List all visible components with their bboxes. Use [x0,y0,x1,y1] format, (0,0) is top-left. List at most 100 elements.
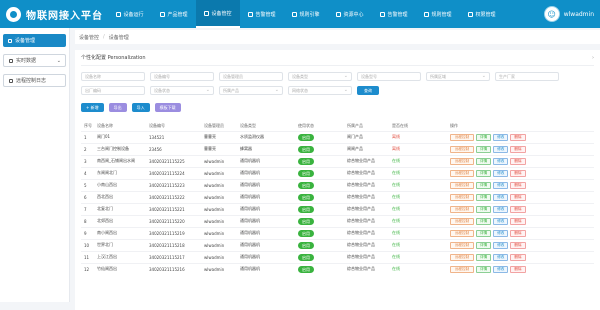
edit-button[interactable]: 修改 [493,169,509,177]
delete-button[interactable]: 删除 [510,253,526,261]
edit-button[interactable]: 修改 [493,193,509,201]
table-row[interactable]: 10 世界北门 34020321115218 wlwadmin 通用机器机 启用 综合物业用… [81,238,594,251]
edit-button[interactable]: 修改 [493,157,509,165]
personalization-header[interactable]: 个性化配置 Personalization › [81,50,594,66]
table-row[interactable]: 8 北郊西出 34020321115220 wlwadmin 通用机器机 启用 综合物业用产… [81,214,594,227]
device-type-select[interactable]: 设备类型 [288,72,352,81]
edit-button[interactable]: 修改 [493,181,509,189]
status-badge[interactable]: 启用 [298,181,314,189]
nav-item-4[interactable]: 规则引擎 [284,0,328,28]
region-select[interactable]: 所属区域 [426,72,490,81]
remote-control-button[interactable]: 远程控制 [450,145,474,153]
remote-control-button[interactable]: 远程控制 [450,157,474,165]
manufacturer-input[interactable]: 生产厂家 [495,72,559,81]
table-row[interactable]: 9 南小闸西出 34020321115219 wlwadmin 通用机器机 启用 综合物业用… [81,226,594,239]
nav-item-5[interactable]: 资源中心 [328,0,372,28]
table-row[interactable]: 7 北复北门 34020321115221 wlwadmin 通用机器机 启用 综合物业用产… [81,202,594,215]
table-row[interactable]: 5 小南山西出 34020321115223 wlwadmin 通用机器机 启用 综合物业用… [81,178,594,191]
remote-control-button[interactable]: 远程控制 [450,205,474,213]
remote-control-button[interactable]: 远程控制 [450,253,474,261]
table-row[interactable]: 1 闸门01 134521 曹曹亮 水质监测仪器 启用 闸门产品 离线 远程控制 详情 修改 删除 [81,130,594,143]
detail-button[interactable]: 详情 [476,145,492,153]
delete-button[interactable]: 删除 [510,229,526,237]
detail-button[interactable]: 详情 [476,193,492,201]
device-manager-input[interactable]: 设备管理员 [219,72,283,81]
nav-item-7[interactable]: 规则管理 [416,0,460,28]
edit-button[interactable]: 修改 [493,145,509,153]
remote-control-button[interactable]: 远程控制 [450,229,474,237]
edit-button[interactable]: 修改 [493,133,509,141]
remote-control-button[interactable]: 远程控制 [450,181,474,189]
status-badge[interactable]: 启用 [298,145,314,153]
detail-button[interactable]: 详情 [476,229,492,237]
delete-button[interactable]: 删除 [510,181,526,189]
delete-button[interactable]: 删除 [510,157,526,165]
product-select[interactable]: 所属产品 [219,86,283,95]
detail-button[interactable]: 详情 [476,253,492,261]
add-button[interactable]: + 新增 [81,103,104,112]
nav-item-0[interactable]: 设备运行 [108,0,152,28]
edit-button[interactable]: 修改 [493,241,509,249]
search-button[interactable]: 查询 [357,86,379,95]
status-badge[interactable]: 启用 [298,133,314,141]
delete-button[interactable]: 删除 [510,133,526,141]
remote-control-button[interactable]: 远程控制 [450,169,474,177]
status-badge[interactable]: 启用 [298,253,314,261]
table-row[interactable]: 6 西北西出 34020321115222 wlwadmin 通用机器机 启用 综合物业用产… [81,190,594,203]
status-badge[interactable]: 启用 [298,265,314,273]
remote-control-button[interactable]: 远程控制 [450,265,474,273]
detail-button[interactable]: 详情 [476,169,492,177]
delete-button[interactable]: 删除 [510,265,526,273]
table-row[interactable]: 2 三台闸门控制设备 23456 曹曹亮 蜂窝器 启用 闸闸产品 离线 远程控制 详情 修改 删除 [81,142,594,155]
status-badge[interactable]: 启用 [298,241,314,249]
delete-button[interactable]: 删除 [510,193,526,201]
remote-control-button[interactable]: 远程控制 [450,133,474,141]
status-badge[interactable]: 启用 [298,193,314,201]
delete-button[interactable]: 删除 [510,169,526,177]
sidebar-item-device-management[interactable]: 设备管理 [3,34,66,47]
factory-code-input[interactable]: 出厂编码 [81,86,145,95]
nav-item-2[interactable]: 设备管控 [196,0,240,28]
status-badge[interactable]: 启用 [298,205,314,213]
nav-item-8[interactable]: 权限管理 [460,0,504,28]
sidebar-item-remote-log[interactable]: 远程控制日志 [3,74,66,87]
edit-button[interactable]: 修改 [493,205,509,213]
nav-item-1[interactable]: 产品管理 [152,0,196,28]
delete-button[interactable]: 删除 [510,241,526,249]
nav-item-3[interactable]: 告警管理 [240,0,284,28]
table-row[interactable]: 4 东闸闸北门 34020321115224 wlwadmin 通用机器机 启用 综合物业用… [81,166,594,179]
status-badge[interactable]: 启用 [298,157,314,165]
detail-button[interactable]: 详情 [476,205,492,213]
delete-button[interactable]: 删除 [510,217,526,225]
detail-button[interactable]: 详情 [476,157,492,165]
remote-control-button[interactable]: 远程控制 [450,217,474,225]
nav-item-6[interactable]: 告警管理 [372,0,416,28]
import-button[interactable]: 导入 [131,103,150,112]
app-logo[interactable]: 物联网接入平台 [0,6,108,22]
device-code-input[interactable]: 设备编号 [150,72,214,81]
breadcrumb-root[interactable]: 设备管控 [79,34,99,41]
edit-button[interactable]: 修改 [493,217,509,225]
network-status-select[interactable]: 网络状态 [288,86,352,95]
edit-button[interactable]: 修改 [493,229,509,237]
status-badge[interactable]: 启用 [298,217,314,225]
delete-button[interactable]: 删除 [510,205,526,213]
delete-button[interactable]: 删除 [510,145,526,153]
template-download-button[interactable]: 模板下载 [154,103,181,112]
export-button[interactable]: 导出 [108,103,127,112]
table-row[interactable]: 3 南西闸_石铺闸出水闸 34020321115225 wlwadmin 通用机器机 启用… [81,154,594,167]
device-name-input[interactable]: 设备名称 [81,72,145,81]
detail-button[interactable]: 详情 [476,217,492,225]
table-row[interactable]: 12 竹仙闸西出 34020321115216 wlwadmin 通用机器机 启用 综合物业… [81,262,594,275]
user-menu[interactable]: ☺ wlwadmin [543,6,600,22]
device-status-select[interactable]: 设备状态 [150,86,214,95]
edit-button[interactable]: 修改 [493,265,509,273]
status-badge[interactable]: 启用 [298,229,314,237]
detail-button[interactable]: 详情 [476,241,492,249]
remote-control-button[interactable]: 远程控制 [450,241,474,249]
detail-button[interactable]: 详情 [476,181,492,189]
detail-button[interactable]: 详情 [476,133,492,141]
status-badge[interactable]: 启用 [298,169,314,177]
detail-button[interactable]: 详情 [476,265,492,273]
table-row[interactable]: 11 上汉江西出 34020321115217 wlwadmin 通用机器机 启用 综合物业… [81,250,594,263]
